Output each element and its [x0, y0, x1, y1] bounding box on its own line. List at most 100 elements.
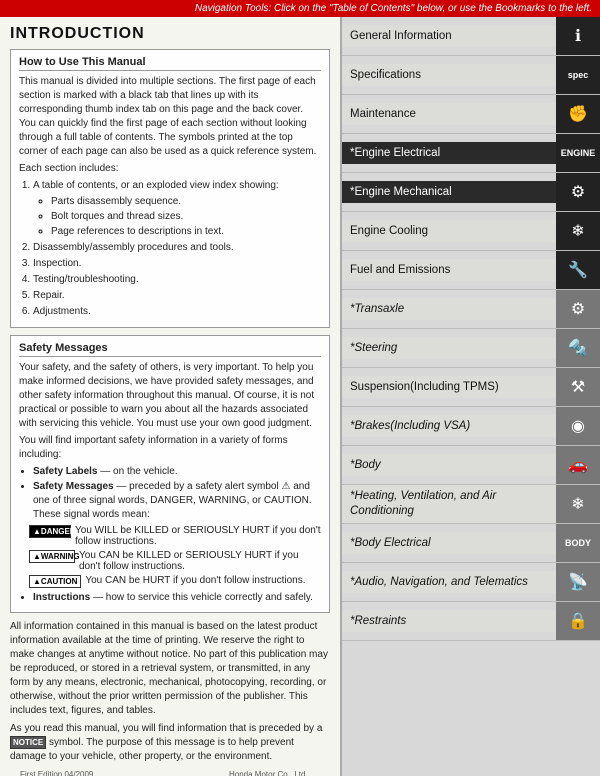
list-item: Inspection.	[33, 257, 321, 271]
body-text2: As you read this manual, you will find i…	[10, 722, 330, 764]
toc-label-11: *Body	[342, 454, 556, 477]
toc-item-1[interactable]: Specifications spec	[342, 56, 600, 95]
toc-item-9[interactable]: Suspension(Including TPMS) ⚒	[342, 368, 600, 407]
left-panel: INTRODUCTION How to Use This Manual This…	[0, 17, 340, 776]
safety-list: Safety Labels — on the vehicle. Safety M…	[33, 465, 321, 522]
warning-block: ▲WARNING You CAN be KILLED or SERIOUSLY …	[29, 550, 321, 572]
toc-item-5[interactable]: Engine Cooling ❄	[342, 212, 600, 251]
list-item: Disassembly/assembly procedures and tool…	[33, 241, 321, 255]
toc-icon-11: 🚗	[568, 455, 588, 475]
toc-icon-1: spec	[568, 70, 589, 80]
toc-label-7: *Transaxle	[342, 298, 556, 321]
footer-right: Honda Motor Co., Ltd. Service Publicatio…	[229, 770, 320, 776]
toc-icon-7: ⚙	[571, 299, 585, 319]
toc-icon-box-6: 🔧	[556, 251, 600, 289]
toc-item-4[interactable]: *Engine Mechanical ⚙	[342, 173, 600, 212]
edition-text: First Edition 04/2009	[20, 770, 164, 776]
warning-text: You CAN be KILLED or SERIOUSLY HURT if y…	[79, 550, 321, 572]
toc-icon-box-2: ✊	[556, 95, 600, 133]
toc-item-8[interactable]: *Steering🔩	[342, 329, 600, 368]
toc-icon-5: ❄	[571, 221, 584, 241]
toc-icon-3: ENGINE	[561, 148, 596, 158]
caution-text: You CAN be HURT if you don't follow inst…	[85, 575, 305, 586]
sub-list-item: Bolt torques and thread sizes.	[51, 210, 321, 224]
how-to-use-title: How to Use This Manual	[19, 56, 321, 71]
danger-text: You WILL be KILLED or SERIOUSLY HURT if …	[75, 525, 321, 547]
toc-label-1: Specifications	[342, 64, 556, 87]
safety-title: Safety Messages	[19, 342, 321, 357]
toc-item-10[interactable]: *Brakes(Including VSA)◉	[342, 407, 600, 446]
sub-list-item: Parts disassembly sequence.	[51, 195, 321, 209]
nav-instruction: Navigation Tools: Click on the "Table of…	[195, 3, 592, 14]
footer-cols: First Edition 04/2009 All Rights Reserve…	[10, 768, 330, 776]
danger-badge: ▲DANGER	[29, 525, 71, 538]
toc-label-15: *Restraints	[342, 610, 556, 633]
danger-block: ▲DANGER You WILL be KILLED or SERIOUSLY …	[29, 525, 321, 547]
toc-icon-box-3: ENGINE	[556, 134, 600, 172]
toc-label-6: Fuel and Emissions	[342, 259, 556, 282]
toc-label-14: *Audio, Navigation, and Telematics	[342, 571, 556, 594]
sub-list: Parts disassembly sequence. Bolt torques…	[51, 195, 321, 239]
page: Navigation Tools: Click on the "Table of…	[0, 0, 600, 776]
toc-label-12: *Heating, Ventilation, and Air Condition…	[342, 485, 556, 523]
list-item: Repair.	[33, 289, 321, 303]
main-content: INTRODUCTION How to Use This Manual This…	[0, 17, 600, 776]
toc-icon-8: 🔩	[568, 338, 588, 358]
caution-badge: ▲CAUTION	[29, 575, 81, 588]
safety-para2: You will find important safety informati…	[19, 434, 321, 462]
toc-icon-box-4: ⚙	[556, 173, 600, 211]
toc-container: General InformationℹSpecificationsspecMa…	[342, 17, 600, 641]
safety-list-item: Safety Labels — on the vehicle.	[33, 465, 321, 479]
toc-item-0[interactable]: General Informationℹ	[342, 17, 600, 56]
toc-icon-box-14: 📡	[556, 563, 600, 601]
how-to-use-box: How to Use This Manual This manual is di…	[10, 49, 330, 328]
how-to-use-para2: Each section includes:	[19, 162, 321, 176]
toc-label-2: Maintenance	[342, 103, 556, 126]
instructions-item: Instructions — how to service this vehic…	[33, 591, 321, 605]
instructions-list: Instructions — how to service this vehic…	[33, 591, 321, 605]
safety-messages-box: Safety Messages Your safety, and the saf…	[10, 335, 330, 613]
safety-list-item: Safety Messages — preceded by a safety a…	[33, 480, 321, 522]
toc-label-0: General Information	[342, 25, 556, 48]
toc-icon-box-13: BODY	[556, 524, 600, 562]
caution-block: ▲CAUTION You CAN be HURT if you don't fo…	[29, 575, 321, 588]
toc-item-2[interactable]: Maintenance ✊	[342, 95, 600, 134]
toc-label-9: Suspension(Including TPMS)	[342, 376, 556, 399]
toc-item-13[interactable]: *Body Electrical BODY	[342, 524, 600, 563]
right-panel-toc: General InformationℹSpecificationsspecMa…	[340, 17, 600, 776]
top-nav-bar: Navigation Tools: Click on the "Table of…	[0, 0, 600, 17]
toc-icon-box-15: 🔒	[556, 602, 600, 640]
toc-label-13: *Body Electrical	[342, 532, 556, 555]
list-item: Testing/troubleshooting.	[33, 273, 321, 287]
toc-item-6[interactable]: Fuel and Emissions 🔧	[342, 251, 600, 290]
toc-item-15[interactable]: *Restraints🔒	[342, 602, 600, 641]
toc-item-3[interactable]: *Engine ElectricalENGINE	[342, 134, 600, 173]
toc-icon-box-0: ℹ	[556, 17, 600, 55]
toc-icon-9: ⚒	[571, 377, 585, 397]
footer-left: First Edition 04/2009 All Rights Reserve…	[20, 770, 164, 776]
signal-words: ▲DANGER You WILL be KILLED or SERIOUSLY …	[29, 525, 321, 588]
toc-icon-12: ❄	[571, 494, 584, 514]
warning-badge: ▲WARNING	[29, 550, 75, 563]
intro-title: INTRODUCTION	[10, 25, 330, 43]
toc-icon-box-11: 🚗	[556, 446, 600, 484]
toc-label-5: Engine Cooling	[342, 220, 556, 243]
toc-icon-box-5: ❄	[556, 212, 600, 250]
toc-label-4: *Engine Mechanical	[342, 181, 556, 204]
toc-icon-6: 🔧	[568, 260, 588, 280]
how-to-use-para1: This manual is divided into multiple sec…	[19, 75, 321, 159]
safety-para1: Your safety, and the safety of others, i…	[19, 361, 321, 431]
toc-item-14[interactable]: *Audio, Navigation, and Telematics📡	[342, 563, 600, 602]
toc-icon-box-10: ◉	[556, 407, 600, 445]
toc-item-7[interactable]: *Transaxle ⚙	[342, 290, 600, 329]
toc-item-11[interactable]: *Body 🚗	[342, 446, 600, 485]
toc-icon-4: ⚙	[571, 182, 585, 202]
toc-icon-box-9: ⚒	[556, 368, 600, 406]
notice-badge: NOTICE	[10, 736, 46, 749]
toc-icon-box-8: 🔩	[556, 329, 600, 367]
toc-icon-2: ✊	[568, 104, 588, 124]
toc-item-12[interactable]: *Heating, Ventilation, and Air Condition…	[342, 485, 600, 524]
toc-icon-13: BODY	[565, 538, 591, 548]
list-item: Adjustments.	[33, 305, 321, 319]
toc-icon-box-1: spec	[556, 56, 600, 94]
